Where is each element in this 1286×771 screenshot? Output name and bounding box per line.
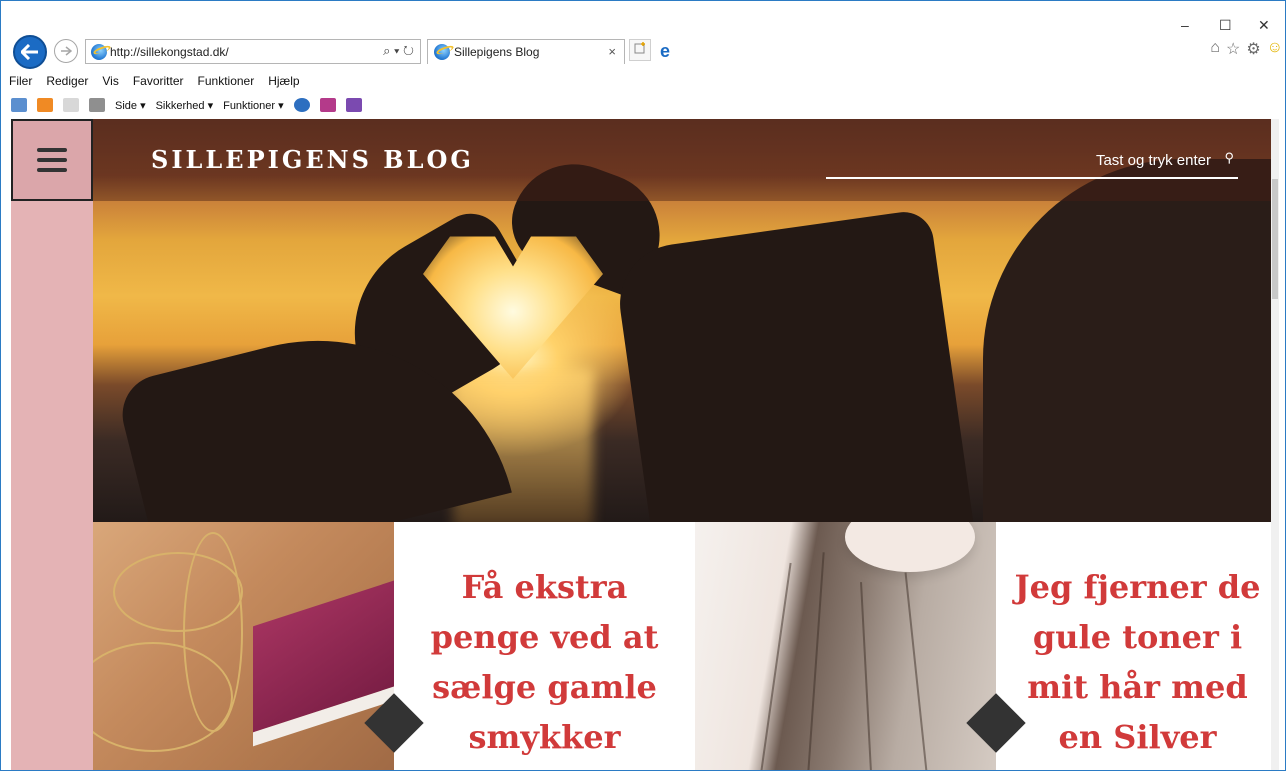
home-icon[interactable]: ⌂ bbox=[1210, 39, 1220, 59]
tab-close-icon[interactable]: × bbox=[608, 44, 616, 59]
menu-item-funktioner[interactable]: Funktioner bbox=[198, 74, 255, 88]
browser-window: http://sillekongstad.dk/ ⌕ ▾ ↻ Sillepige… bbox=[0, 0, 1286, 771]
site-title[interactable]: SILLEPIGENS BLOG bbox=[151, 145, 474, 174]
webpage: SILLEPIGENS BLOG ⚲ Få ekstra penge ved a… bbox=[11, 119, 1279, 770]
search-box: ⚲ bbox=[826, 141, 1238, 179]
hamburger-line-icon bbox=[37, 168, 67, 172]
page-scrollbar[interactable] bbox=[1271, 119, 1279, 770]
forward-button[interactable] bbox=[54, 39, 78, 63]
menu-item-vis[interactable]: Vis bbox=[102, 74, 118, 88]
person-silhouette bbox=[983, 159, 1279, 522]
ie-page-icon bbox=[91, 44, 107, 60]
maximize-button[interactable]: ☐ bbox=[1219, 17, 1232, 34]
favorites-star-icon[interactable]: ☆ bbox=[1226, 39, 1240, 59]
address-url: http://sillekongstad.dk/ bbox=[110, 44, 229, 59]
search-icon[interactable]: ⚲ bbox=[1224, 150, 1234, 166]
browser-titlebar: http://sillekongstad.dk/ ⌕ ▾ ↻ Sillepige… bbox=[1, 1, 1285, 71]
new-tab-button[interactable] bbox=[629, 39, 651, 61]
side-menu[interactable]: Side ▾ bbox=[115, 99, 146, 112]
menu-bar: Filer Rediger Vis Favoritter Funktioner … bbox=[1, 71, 1285, 91]
funktioner-cmd-menu[interactable]: Funktioner ▾ bbox=[223, 99, 284, 112]
address-search-refresh-icon[interactable]: ⌕ ▾ ↻ bbox=[383, 43, 414, 59]
rss-feed-icon[interactable] bbox=[37, 98, 53, 112]
forward-arrow-icon bbox=[61, 46, 72, 56]
address-bar[interactable]: http://sillekongstad.dk/ ⌕ ▾ ↻ bbox=[85, 39, 421, 64]
command-bar: Side ▾ Sikkerhed ▾ Funktioner ▾ bbox=[1, 93, 1285, 117]
necklace-chain bbox=[183, 532, 243, 732]
chin bbox=[845, 522, 975, 572]
menu-item-favoritter[interactable]: Favoritter bbox=[133, 74, 184, 88]
hero-image-heart-hands: SILLEPIGENS BLOG ⚲ bbox=[93, 119, 1279, 522]
post-card-smykker[interactable]: Få ekstra penge ved at sælge gamle smykk… bbox=[394, 522, 695, 770]
smiley-feedback-icon[interactable]: ☺ bbox=[1267, 39, 1283, 59]
browser-right-icons: ⌂ ☆ ⚙ ☺ bbox=[1210, 39, 1283, 59]
post-cards: Få ekstra penge ved at sælge gamle smykk… bbox=[93, 522, 1279, 770]
back-arrow-icon bbox=[21, 44, 38, 60]
minimize-button[interactable]: – bbox=[1181, 17, 1189, 33]
onenote-linked-icon[interactable] bbox=[345, 98, 362, 112]
hair-strand bbox=[904, 572, 928, 770]
hamburger-line-icon bbox=[37, 158, 67, 162]
close-window-button[interactable]: ✕ bbox=[1258, 17, 1270, 34]
menu-item-hjaelp[interactable]: Hjælp bbox=[268, 74, 299, 88]
hair-strand bbox=[760, 562, 792, 770]
tab-sillepigens-blog[interactable]: Sillepigens Blog × bbox=[427, 39, 625, 64]
post-card-silver[interactable]: Jeg fjerner de gule toner i mit hår med … bbox=[996, 522, 1279, 770]
settings-gear-icon[interactable]: ⚙ bbox=[1246, 39, 1260, 59]
ie-tab-icon bbox=[434, 44, 450, 60]
onenote-icon[interactable] bbox=[319, 98, 336, 112]
post-title[interactable]: Få ekstra penge ved at sælge gamle smykk… bbox=[420, 562, 670, 762]
back-button[interactable] bbox=[13, 35, 47, 69]
scrollbar-thumb[interactable] bbox=[1272, 179, 1278, 299]
tab-title: Sillepigens Blog bbox=[454, 45, 540, 59]
read-mail-icon[interactable] bbox=[63, 98, 79, 112]
post-image-hair[interactable] bbox=[695, 522, 996, 770]
sikkerhed-menu[interactable]: Sikkerhed ▾ bbox=[156, 99, 214, 112]
right-arm-silhouette bbox=[612, 208, 974, 522]
help-icon[interactable] bbox=[293, 98, 310, 112]
edge-icon[interactable]: e bbox=[655, 41, 675, 61]
new-tab-icon bbox=[634, 42, 645, 54]
hamburger-line-icon bbox=[37, 148, 67, 152]
hair-strand bbox=[807, 552, 825, 770]
hair-strand bbox=[860, 582, 872, 770]
hamburger-menu-button[interactable] bbox=[11, 119, 93, 201]
menu-item-rediger[interactable]: Rediger bbox=[46, 74, 88, 88]
home-cmd-icon[interactable] bbox=[11, 98, 27, 112]
post-image-jewelry[interactable] bbox=[93, 522, 394, 770]
search-input[interactable] bbox=[826, 149, 1211, 171]
post-title[interactable]: Jeg fjerner de gule toner i mit hår med … bbox=[1013, 562, 1263, 762]
menu-item-filer[interactable]: Filer bbox=[9, 74, 32, 88]
print-icon[interactable] bbox=[89, 98, 105, 112]
